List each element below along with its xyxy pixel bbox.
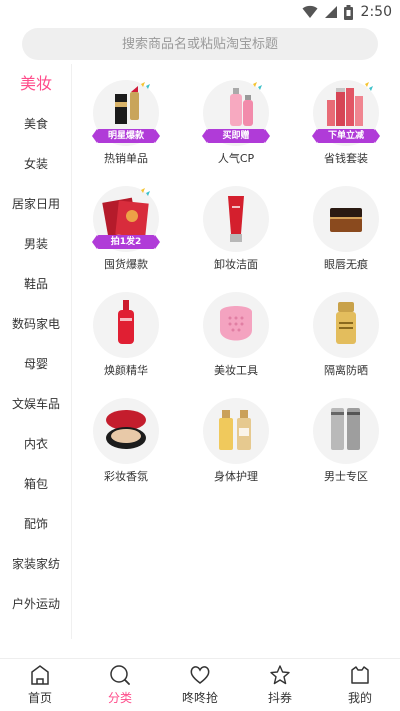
grid-item-beauty-tools[interactable]: 美妆工具 — [182, 276, 290, 380]
thumbnail — [93, 292, 159, 358]
nav-home[interactable]: 首页 — [0, 659, 80, 711]
status-bar: 2:50 — [0, 0, 400, 24]
grid-item-makeup-remover[interactable]: 卸妆洁面 — [182, 170, 290, 274]
body-lotion-icon — [219, 410, 251, 450]
nav-label: 我的 — [347, 691, 372, 705]
eye-cream-jar-icon — [330, 208, 362, 232]
grid-item-label: 省钱套装 — [324, 152, 368, 165]
nav-label: 咚咚抢 — [181, 691, 218, 705]
thumbnail — [313, 186, 379, 252]
status-time: 2:50 — [360, 4, 392, 20]
battery-icon — [343, 4, 353, 20]
thumbnail: 下单立减 — [312, 80, 380, 146]
grid-item-label: 美妆工具 — [214, 364, 258, 377]
thumbnail — [203, 186, 269, 252]
promo-badge: 买即赠 — [202, 129, 270, 143]
grid-item-label: 焕颜精华 — [104, 364, 148, 377]
grid-item-label: 人气CP — [217, 152, 255, 165]
sidebar-item-baby[interactable]: 母婴 — [0, 344, 72, 384]
nav-label: 抖券 — [267, 691, 292, 705]
bottom-navigation: 首页 分类 咚咚抢 抖券 我的 — [0, 658, 400, 711]
grid-item-mens-section[interactable]: 男士专区 — [292, 382, 400, 486]
sidebar-item-beauty[interactable]: 美妆 — [0, 64, 72, 104]
sunscreen-bottle-icon — [336, 302, 356, 344]
sidebar-item-electronics[interactable]: 数码家电 — [0, 304, 72, 344]
thumbnail — [93, 398, 159, 464]
search-bar — [22, 28, 378, 60]
sidebar-item-shoes[interactable]: 鞋品 — [0, 264, 72, 304]
thumbnail — [203, 398, 269, 464]
category-search-icon — [110, 665, 130, 685]
sidebar-item-home-textiles[interactable]: 家装家纺 — [0, 544, 72, 584]
thumbnail — [203, 292, 269, 358]
grid-item-label: 卸妆洁面 — [214, 258, 258, 271]
sidebar-item-mens-wear[interactable]: 男装 — [0, 224, 72, 264]
heart-icon — [190, 666, 210, 684]
grid-item-label: 男士专区 — [324, 470, 368, 483]
nav-flash-sale[interactable]: 咚咚抢 — [160, 659, 240, 711]
category-sidebar: 美妆 美食 女装 居家日用 男装 鞋品 数码家电 母婴 文娱车品 内衣 箱包 配… — [0, 64, 72, 639]
nav-coupons[interactable]: 抖券 — [240, 659, 320, 711]
grid-item-label: 眼唇无痕 — [324, 258, 368, 271]
wifi-icon — [302, 5, 318, 18]
thumbnail: 拍1发2 — [92, 186, 160, 252]
sidebar-item-home-goods[interactable]: 居家日用 — [0, 184, 72, 224]
grid-item-radiance-serum[interactable]: 焕颜精华 — [72, 276, 180, 380]
status-icons: 2:50 — [302, 3, 392, 21]
sidebar-item-bags[interactable]: 箱包 — [0, 464, 72, 504]
promo-badge: 拍1发2 — [92, 235, 160, 249]
grid-item-eye-lip-care[interactable]: 眼唇无痕 — [292, 170, 400, 274]
sidebar-item-entertainment-car[interactable]: 文娱车品 — [0, 384, 72, 424]
grid-item-makeup-fragrance[interactable]: 彩妆香氛 — [72, 382, 180, 486]
search-input[interactable] — [22, 28, 378, 60]
grid-item-body-care[interactable]: 身体护理 — [182, 382, 290, 486]
thumbnail — [313, 292, 379, 358]
thumbnail: 明星爆款 — [92, 80, 160, 146]
nav-label: 首页 — [27, 691, 52, 705]
home-icon — [31, 665, 49, 685]
sidebar-item-underwear[interactable]: 内衣 — [0, 424, 72, 464]
sidebar-item-food[interactable]: 美食 — [0, 104, 72, 144]
grid-item-label: 身体护理 — [214, 470, 258, 483]
grid-item-value-sets[interactable]: 下单立减 省钱套装 — [292, 64, 400, 168]
cleansing-brush-icon — [220, 306, 252, 341]
grid-item-hot-sellers[interactable]: 明星爆款 热销单品 — [72, 64, 180, 168]
sidebar-item-accessories[interactable]: 配饰 — [0, 504, 72, 544]
promo-badge: 明星爆款 — [92, 129, 160, 143]
mens-bottles-icon — [331, 408, 360, 450]
profile-icon — [351, 666, 369, 684]
grid-item-label: 隔离防晒 — [324, 364, 368, 377]
star-icon — [270, 665, 290, 685]
grid-item-label: 彩妆香氛 — [104, 470, 148, 483]
grid-item-stock-up[interactable]: 拍1发2 囤货爆款 — [72, 170, 180, 274]
cleanser-tube-icon — [228, 196, 244, 242]
grid-item-sunscreen[interactable]: 隔离防晒 — [292, 276, 400, 380]
grid-item-popular-cp[interactable]: 买即赠 人气CP — [182, 64, 290, 168]
cushion-compact-icon — [106, 410, 146, 449]
grid-item-label: 囤货爆款 — [104, 258, 148, 271]
subcategory-grid: 明星爆款 热销单品 买即赠 人气CP 下单立减 省钱套装 拍1发2 囤货爆款 卸… — [72, 64, 400, 504]
sidebar-item-womens-wear[interactable]: 女装 — [0, 144, 72, 184]
nav-profile[interactable]: 我的 — [320, 659, 400, 711]
grid-item-label: 热销单品 — [104, 152, 148, 165]
signal-icon — [324, 6, 337, 18]
nav-category[interactable]: 分类 — [80, 659, 160, 711]
thumbnail — [313, 398, 379, 464]
promo-badge: 下单立减 — [312, 129, 380, 143]
nav-label: 分类 — [107, 691, 132, 705]
serum-bottle-icon — [118, 300, 134, 344]
sidebar-item-outdoor[interactable]: 户外运动 — [0, 584, 72, 624]
thumbnail: 买即赠 — [202, 80, 270, 146]
